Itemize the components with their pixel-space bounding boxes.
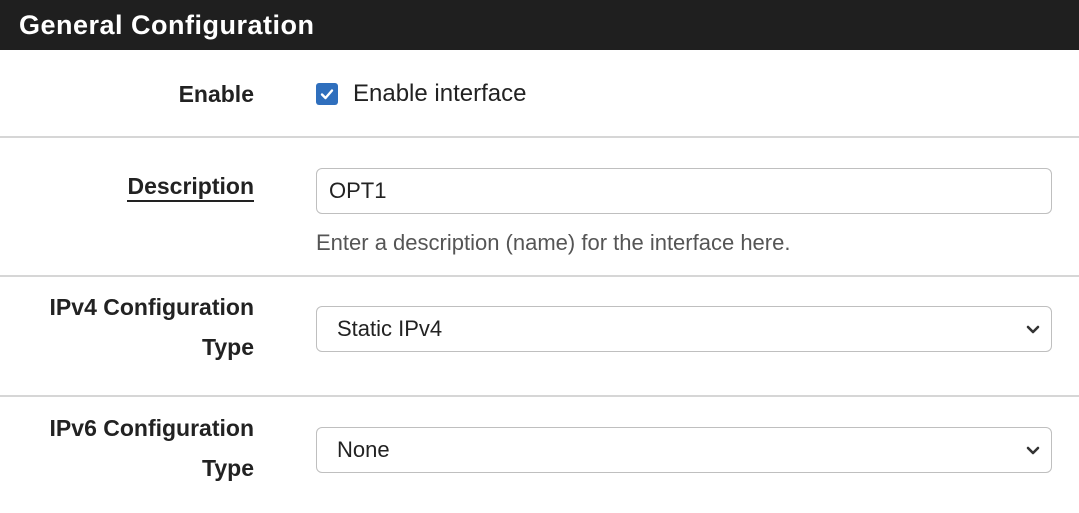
ipv4-configuration-label: IPv4 Configuration Type [50, 287, 254, 367]
description-row: Description Enter a description (name) f… [0, 138, 1079, 277]
ipv4-selected-value: Static IPv4 [337, 316, 443, 341]
ipv6-label-line2: Type [202, 455, 254, 481]
ipv4-label-line2: Type [202, 334, 254, 360]
ipv6-configuration-label: IPv6 Configuration Type [50, 408, 254, 488]
ipv6-control: None [316, 427, 1052, 473]
ipv4-configuration-row: IPv4 Configuration Type Static IPv4 [0, 277, 1079, 397]
ipv4-configuration-select[interactable]: Static IPv4 [316, 306, 1052, 352]
description-label-text: Description [127, 173, 254, 202]
enable-label: Enable [178, 81, 254, 107]
description-input[interactable] [316, 168, 1052, 214]
enable-row: Enable Enable interface [0, 50, 1079, 138]
checkmark-icon [320, 89, 334, 100]
chevron-down-icon [1025, 321, 1041, 337]
chevron-down-icon [1025, 442, 1041, 458]
description-label: Description [127, 166, 254, 206]
enable-control: Enable interface [316, 74, 1052, 114]
description-control: Enter a description (name) for the inter… [316, 168, 1052, 256]
ipv6-configuration-row: IPv6 Configuration Type None [0, 397, 1079, 513]
enable-interface-checkbox[interactable] [316, 83, 338, 105]
ipv4-control: Static IPv4 [316, 306, 1052, 352]
ipv4-label-line1: IPv4 Configuration [49, 294, 254, 320]
description-help-text: Enter a description (name) for the inter… [316, 230, 791, 255]
ipv6-label-line1: IPv6 Configuration [49, 415, 254, 441]
enable-interface-checkbox-wrap[interactable]: Enable interface [316, 74, 1052, 114]
ipv6-selected-value: None [337, 437, 390, 462]
general-configuration-panel: General Configuration Enable Enable inte… [0, 0, 1079, 513]
panel-title: General Configuration [0, 0, 1079, 50]
enable-interface-label[interactable]: Enable interface [353, 80, 526, 108]
ipv6-configuration-select[interactable]: None [316, 427, 1052, 473]
